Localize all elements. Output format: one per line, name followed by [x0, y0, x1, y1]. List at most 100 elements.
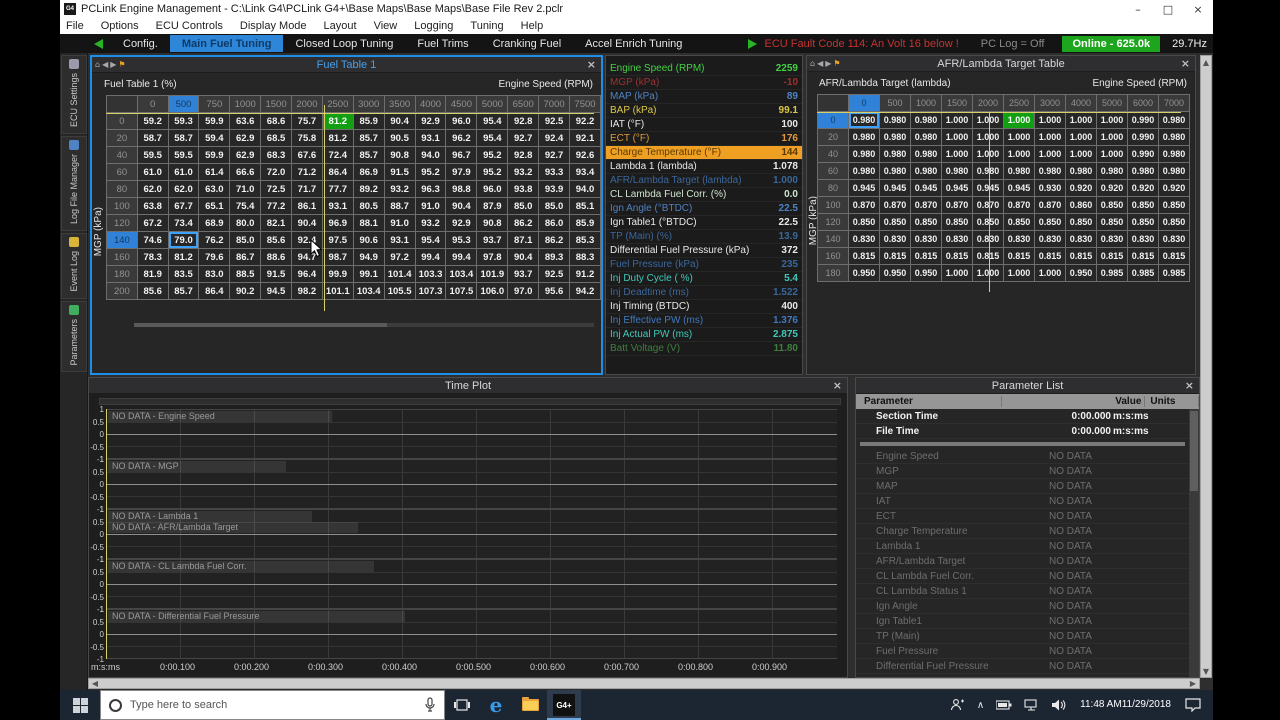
runtime-row-ign-table1-btdc[interactable]: Ign Table1 (°BTDC) 22.5: [606, 216, 802, 230]
table-cell[interactable]: 72.0: [260, 163, 292, 181]
table-cell[interactable]: 0.980: [879, 128, 911, 146]
table-cell[interactable]: 1.000: [972, 128, 1004, 146]
table-cell[interactable]: 67.7: [167, 197, 200, 215]
table-cell[interactable]: 71.0: [229, 180, 262, 198]
table-cell[interactable]: 94.0: [569, 180, 601, 198]
table-cell[interactable]: 1.000: [972, 145, 1004, 163]
param-row-charge-temperature[interactable]: Charge Temperature NO DATA: [856, 524, 1189, 539]
table-cell[interactable]: 88.6: [260, 248, 292, 266]
table-cell[interactable]: 0.945: [972, 179, 1004, 197]
file-explorer-button[interactable]: [513, 690, 547, 720]
scroll-right-icon[interactable]: ▶: [1187, 679, 1199, 688]
row-header-0[interactable]: 0: [106, 112, 138, 130]
table-cell[interactable]: 1.000: [1034, 128, 1066, 146]
table-cell[interactable]: 62.0: [136, 180, 169, 198]
scroll-down-icon[interactable]: ▼: [1201, 665, 1211, 677]
table-cell[interactable]: 95.2: [476, 163, 509, 181]
table-cell[interactable]: 92.9: [445, 214, 478, 232]
col-header-1500[interactable]: 1500: [260, 95, 292, 113]
table-cell[interactable]: 79.6: [198, 248, 231, 266]
table-cell[interactable]: 94.5: [260, 282, 292, 300]
table-cell[interactable]: 85.9: [352, 112, 385, 130]
table-cell[interactable]: 88.7: [383, 197, 416, 215]
table-cell[interactable]: 92.7: [538, 146, 570, 164]
table-cell[interactable]: 0.920: [1127, 179, 1159, 197]
table-cell[interactable]: 0.830: [1065, 230, 1097, 248]
table-cell[interactable]: 68.6: [260, 112, 292, 130]
table-cell[interactable]: 71.7: [290, 180, 323, 198]
param-row-mgp[interactable]: MGP NO DATA: [856, 464, 1189, 479]
table-cell[interactable]: 105.5: [383, 282, 416, 300]
table-cell[interactable]: 96.2: [445, 129, 478, 147]
table-cell[interactable]: 92.5: [538, 265, 570, 283]
row-header-40[interactable]: 40: [106, 146, 138, 164]
table-cell[interactable]: 98.7: [321, 248, 354, 266]
runtime-row-ign-angle-btdc[interactable]: Ign Angle (°BTDC) 22.5: [606, 202, 802, 216]
table-cell[interactable]: 99.1: [352, 265, 385, 283]
table-cell[interactable]: 86.1: [290, 197, 323, 215]
table-cell[interactable]: 0.830: [941, 230, 973, 248]
close-icon[interactable]: ×: [833, 379, 847, 392]
table-cell[interactable]: 0.870: [941, 196, 973, 214]
table-cell[interactable]: 63.8: [136, 197, 169, 215]
table-cell[interactable]: 59.4: [198, 129, 231, 147]
table-cell[interactable]: 90.4: [445, 197, 478, 215]
table-cell[interactable]: 86.9: [352, 163, 385, 181]
table-cell[interactable]: 93.7: [476, 231, 509, 249]
table-cell[interactable]: 95.6: [538, 282, 570, 300]
table-cell[interactable]: 91.0: [383, 214, 416, 232]
table-cell[interactable]: 93.1: [383, 231, 416, 249]
prev-table-icon[interactable]: ◀: [102, 60, 108, 69]
table-cell[interactable]: 75.7: [290, 112, 323, 130]
table-cell[interactable]: 0.815: [1096, 247, 1128, 265]
horizontal-scrollbar[interactable]: ◀ ▶: [88, 678, 1200, 689]
table-cell[interactable]: 98.8: [445, 180, 478, 198]
table-cell[interactable]: 0.850: [1127, 196, 1159, 214]
runtime-row-charge-temperature-f[interactable]: Charge Temperature (°F) 144: [606, 146, 802, 160]
column-header-value[interactable]: Value: [1087, 396, 1146, 407]
table-cell[interactable]: 85.6: [136, 282, 169, 300]
table-cell[interactable]: 1.000: [1065, 145, 1097, 163]
param-row-ign-table1[interactable]: Ign Table1 NO DATA: [856, 614, 1189, 629]
taskbar-search-input[interactable]: Type here to search: [100, 690, 445, 720]
param-row-map[interactable]: MAP NO DATA: [856, 479, 1189, 494]
people-icon[interactable]: [944, 690, 971, 720]
table-cell[interactable]: 1.000: [941, 128, 973, 146]
table-cell[interactable]: 67.6: [290, 146, 323, 164]
table-cell[interactable]: 101.9: [476, 265, 509, 283]
parameter-list-header[interactable]: Parameter List ×: [856, 378, 1199, 394]
table-cell[interactable]: 0.980: [910, 162, 942, 180]
table-cell[interactable]: 0.870: [1003, 196, 1035, 214]
table-cell[interactable]: 86.2: [507, 214, 540, 232]
param-row-afr-lambda-target[interactable]: AFR/Lambda Target NO DATA: [856, 554, 1189, 569]
runtime-row-map-kpa[interactable]: MAP (kPa) 89: [606, 90, 802, 104]
row-header-100[interactable]: 100: [817, 196, 849, 214]
runtime-row-bap-kpa[interactable]: BAP (kPa) 99.1: [606, 104, 802, 118]
table-cell[interactable]: 93.2: [414, 214, 447, 232]
table-cell[interactable]: 98.2: [290, 282, 323, 300]
table-cell[interactable]: 81.9: [136, 265, 169, 283]
table-cell[interactable]: 0.815: [941, 247, 973, 265]
tab-cranking-fuel[interactable]: Cranking Fuel: [481, 35, 573, 52]
table-cell[interactable]: 0.850: [879, 213, 911, 231]
runtime-row-iat-f[interactable]: IAT (°F) 100: [606, 118, 802, 132]
table-cell[interactable]: 0.830: [879, 230, 911, 248]
table-cell[interactable]: 92.7: [507, 129, 540, 147]
table-cell[interactable]: 78.3: [136, 248, 169, 266]
table-cell[interactable]: 0.850: [1003, 213, 1035, 231]
runtime-row-inj-deadtime-ms[interactable]: Inj Deadtime (ms) 1.522: [606, 286, 802, 300]
table-cell[interactable]: 1.000: [941, 145, 973, 163]
table-cell[interactable]: 0.830: [1127, 230, 1159, 248]
table-cell[interactable]: 99.9: [321, 265, 354, 283]
table-cell[interactable]: 93.9: [538, 180, 570, 198]
col-header-2500[interactable]: 2500: [1003, 94, 1035, 112]
online-status-badge[interactable]: Online - 625.0k: [1062, 35, 1161, 52]
table-cell[interactable]: 62.0: [167, 180, 200, 198]
table-cell[interactable]: 1.000: [1034, 111, 1066, 129]
flag-icon[interactable]: ⚑: [833, 59, 840, 68]
tab-fuel-trims[interactable]: Fuel Trims: [405, 35, 480, 52]
table-cell[interactable]: 72.5: [260, 180, 292, 198]
param-row-differential-fuel-pressure[interactable]: Differential Fuel Pressure NO DATA: [856, 659, 1189, 674]
table-cell[interactable]: 71.2: [290, 163, 323, 181]
battery-icon[interactable]: [990, 690, 1018, 720]
